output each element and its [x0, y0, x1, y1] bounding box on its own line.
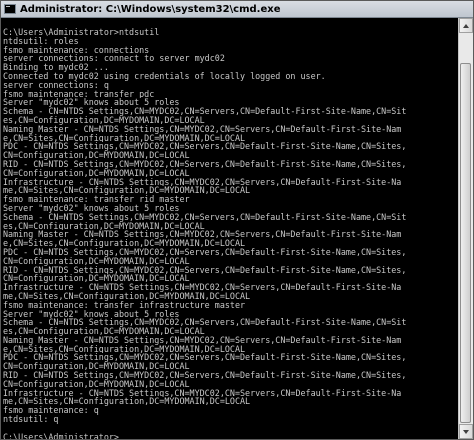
console-line: Schema - CN=NTDS Settings,CN=MYDC02,CN=S…: [3, 212, 407, 222]
title-bar[interactable]: Administrator: C:\Windows\system32\cmd.e…: [1, 1, 473, 18]
console-line: Naming Master - CN=NTDS Settings,CN=MYDC…: [3, 230, 402, 240]
console-line: Binding to mydc02 ...: [3, 63, 109, 72]
console-line: es,CN=Configuration,DC=MYDOMAIN,DC=LOCAL: [3, 221, 205, 231]
console-line: CN=Configuration,DC=MYDOMAIN,DC=LOCAL: [3, 362, 190, 372]
console-line: e,CN=Sites,CN=Configuration,DC=MYDOMAIN,…: [3, 344, 246, 354]
console-line: me,CN=Sites,CN=Configuration,DC=MYDOMAIN…: [3, 186, 251, 196]
console-line: Infrastructure - CN=NTDS Settings,CN=MYD…: [3, 283, 402, 292]
console-line: RID - CN=NTDS Settings,CN=MYDC02,CN=Serv…: [3, 265, 407, 275]
console-line: fsmo maintenance: transfer pdc: [3, 89, 155, 99]
console-line: CN=Configuration,DC=MYDOMAIN,DC=LOCAL: [3, 379, 190, 389]
console-line: PDC - CN=NTDS Settings,CN=MYDC02,CN=Serv…: [3, 353, 407, 363]
console-line: RID - CN=NTDS Settings,CN=MYDC02,CN=Serv…: [3, 371, 407, 380]
console-line: CN=Configuration,DC=MYDOMAIN,DC=LOCAL: [3, 274, 190, 284]
console-window-icon[interactable]: [4, 4, 16, 14]
scroll-down-button[interactable]: [459, 424, 473, 439]
vertical-scrollbar[interactable]: [458, 18, 473, 439]
console-line: Infrastructure - CN=NTDS Settings,CN=MYD…: [3, 177, 402, 187]
console-line: PDC - CN=NTDS Settings,CN=MYDC02,CN=Serv…: [3, 247, 407, 257]
console-line: ntdsutil: q: [3, 415, 59, 424]
console-line: me,CN=Sites,CN=Configuration,DC=MYDOMAIN…: [3, 291, 251, 301]
arrow-down-icon: [463, 429, 469, 434]
console-line: CN=Configuration,DC=MYDOMAIN,DC=LOCAL: [3, 256, 190, 266]
console-line: C:\Users\Administrator>ntdsutil: [3, 28, 160, 37]
console-output[interactable]: C:\Users\Administrator>ntdsutil ntdsutil:…: [1, 18, 459, 439]
console-line: e,CN=Sites,CN=Configuration,DC=MYDOMAIN,…: [3, 239, 246, 248]
console-line: es,CN=Configuration,DC=MYDOMAIN,DC=LOCAL: [3, 115, 205, 125]
console-line: Naming Master - CN=NTDS Settings,CN=MYDC…: [3, 335, 402, 345]
console-line: es,CN=Configuration,DC=MYDOMAIN,DC=LOCAL: [3, 327, 205, 336]
scroll-up-button[interactable]: [459, 18, 473, 33]
console-line: RID - CN=NTDS Settings,CN=MYDC02,CN=Serv…: [3, 159, 407, 169]
console-line: Schema - CN=NTDS Settings,CN=MYDC02,CN=S…: [3, 318, 407, 328]
scrollbar-thumb[interactable]: [460, 63, 471, 423]
console-line: Server "mydc02" knows about 5 roles: [3, 98, 180, 108]
console-line: fsmo maintenance: transfer rid master: [3, 195, 190, 204]
console-line: server connections: connect to server my…: [3, 54, 225, 64]
console-line: server connections: q: [3, 80, 109, 90]
console-line: Naming Master - CN=NTDS Settings,CN=MYDC…: [3, 124, 402, 134]
console-prompt-line[interactable]: C:\Users\Administrator>: [3, 433, 459, 439]
console-line: CN=Configuration,DC=MYDOMAIN,DC=LOCAL: [3, 168, 190, 178]
console-line: fsmo maintenance: q: [3, 406, 99, 416]
console-line: Server "mydc02" knows about 5 roles: [3, 203, 180, 213]
console-line: CN=Configuration,DC=MYDOMAIN,DC=LOCAL: [3, 151, 190, 160]
console-line: PDC - CN=NTDS Settings,CN=MYDC02,CN=Serv…: [3, 142, 407, 152]
console-lines: C:\Users\Administrator>ntdsutil ntdsutil:…: [1, 18, 459, 439]
console-line: me,CN=Sites,CN=Configuration,DC=MYDOMAIN…: [3, 397, 251, 407]
console-window: Administrator: C:\Windows\system32\cmd.e…: [0, 0, 474, 440]
console-line: Schema - CN=NTDS Settings,CN=MYDC02,CN=S…: [3, 107, 407, 116]
console-line: fsmo maintenance: transfer infrastructur…: [3, 300, 246, 310]
window-title: Administrator: C:\Windows\system32\cmd.e…: [20, 3, 281, 15]
console-line: fsmo maintenance: connections: [3, 45, 150, 55]
console-line: Infrastructure - CN=NTDS Settings,CN=MYD…: [3, 388, 402, 398]
console-line: e,CN=Sites,CN=Configuration,DC=MYDOMAIN,…: [3, 133, 246, 143]
console-line: ntdsutil: roles: [3, 36, 79, 46]
console-prompt: C:\Users\Administrator>: [3, 432, 119, 439]
console-line: Connected to mydc02 using credentials of…: [3, 71, 326, 81]
console-line: Server "mydc02" knows about 5 roles: [3, 309, 180, 319]
arrow-up-icon: [463, 23, 469, 28]
